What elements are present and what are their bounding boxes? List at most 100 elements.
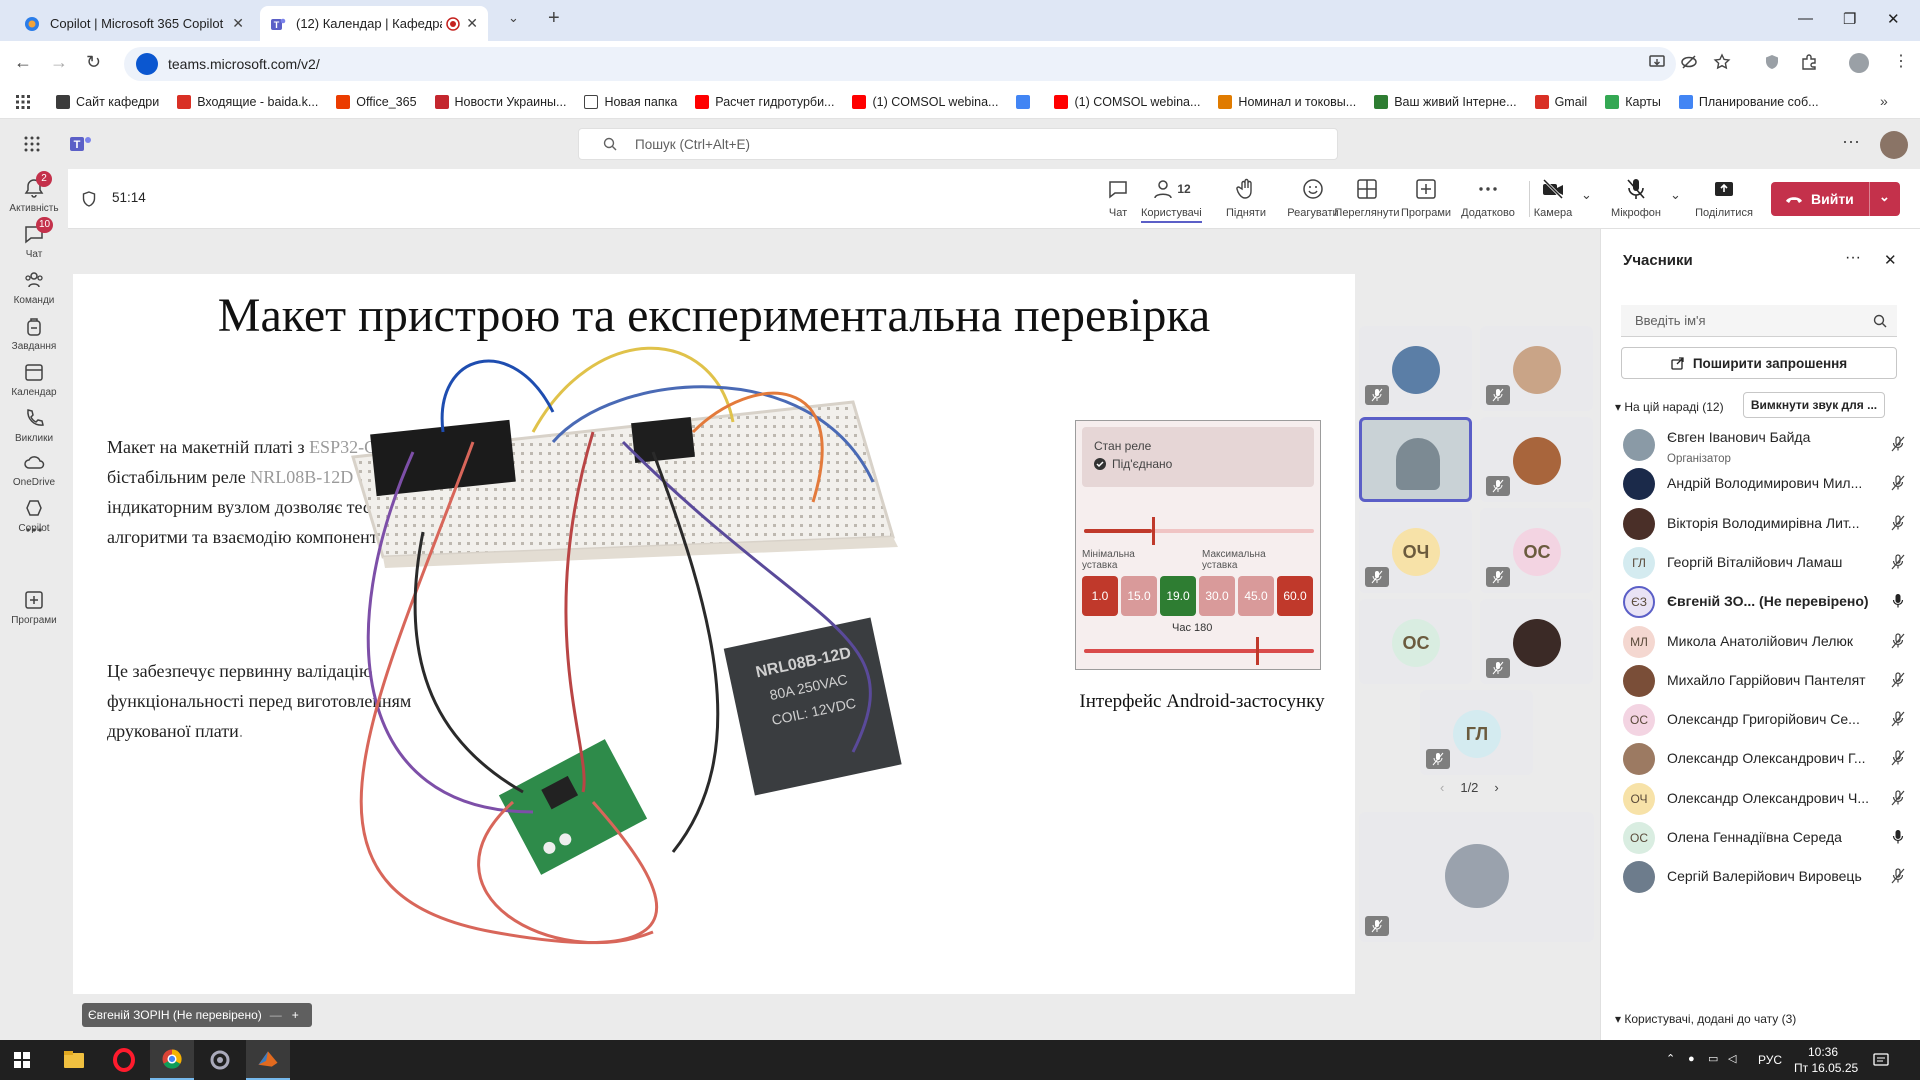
participant-mic[interactable] bbox=[1891, 593, 1905, 609]
rail-item-apps-add[interactable]: Програми bbox=[0, 589, 68, 626]
forward-icon[interactable]: → bbox=[50, 52, 68, 73]
participant-mic[interactable] bbox=[1891, 868, 1905, 884]
video-tile[interactable] bbox=[1480, 417, 1593, 502]
rail-item-chat[interactable]: 10 Чат bbox=[0, 217, 68, 260]
participant-mic[interactable] bbox=[1891, 475, 1905, 491]
name-search-input[interactable]: Введіть ім'я bbox=[1621, 305, 1897, 337]
toolbar-more-button[interactable]: Додатково bbox=[1458, 177, 1518, 219]
rail-item-calendar[interactable]: Календар bbox=[0, 361, 68, 398]
bookmark-item[interactable]: Сайт кафедри bbox=[56, 94, 159, 109]
toolbar-apps-add-button[interactable]: Програми bbox=[1397, 177, 1455, 219]
url-field[interactable]: teams.microsoft.com/v2/ bbox=[124, 47, 1676, 81]
toolbar-share-button[interactable]: Поділитися bbox=[1694, 177, 1754, 219]
in-meeting-section-header[interactable]: ▾ На цій нараді (12) bbox=[1615, 400, 1724, 414]
bookmark-item[interactable]: Новая папка bbox=[584, 94, 677, 109]
bookmark-item[interactable]: (1) COMSOL webina... bbox=[1054, 94, 1200, 109]
matlab-icon[interactable] bbox=[246, 1040, 290, 1080]
reload-icon[interactable]: ↻ bbox=[86, 52, 101, 73]
shield-icon[interactable] bbox=[82, 191, 96, 207]
bookmark-item[interactable] bbox=[1016, 94, 1036, 109]
participant-row[interactable]: ОС Олександр Григорійович Се... bbox=[1615, 700, 1915, 740]
settings-app-icon[interactable] bbox=[198, 1040, 242, 1080]
bookmark-item[interactable]: Расчет гидротурби... bbox=[695, 94, 834, 109]
more-bookmarks-icon[interactable]: » bbox=[1880, 93, 1888, 109]
plus-icon[interactable]: + bbox=[292, 1008, 299, 1022]
chat-users-section-header[interactable]: ▾ Користувачі, додані до чату (3) bbox=[1615, 1012, 1796, 1026]
user-avatar[interactable] bbox=[1880, 131, 1908, 159]
prev-page-icon[interactable]: ‹ bbox=[1440, 780, 1444, 795]
rail-item-phone[interactable]: Виклики bbox=[0, 407, 68, 444]
notifications-icon[interactable] bbox=[1872, 1051, 1890, 1069]
participant-row[interactable]: Сергій Валерійович Вировець bbox=[1615, 857, 1915, 897]
rail-item-teams-group[interactable]: Команди bbox=[0, 269, 68, 306]
bookmark-item[interactable]: Office_365 bbox=[336, 94, 417, 109]
video-tile[interactable]: ОС bbox=[1480, 508, 1593, 593]
site-info-icon[interactable] bbox=[136, 53, 158, 75]
participant-row[interactable]: Вікторія Володимирівна Лит... bbox=[1615, 504, 1915, 544]
bookmark-item[interactable]: Планирование соб... bbox=[1678, 94, 1819, 109]
participant-mic[interactable] bbox=[1891, 750, 1905, 766]
extension-shield-icon[interactable] bbox=[1763, 53, 1781, 71]
toolbar-hand-button[interactable]: Підняти bbox=[1226, 177, 1266, 219]
close-tab-icon[interactable]: ✕ bbox=[232, 15, 244, 32]
toolbar-camera-off-button[interactable]: Камера bbox=[1531, 177, 1575, 219]
video-tile[interactable]: ГЛ bbox=[1420, 690, 1533, 775]
video-tile[interactable] bbox=[1480, 326, 1593, 411]
video-tile-large[interactable] bbox=[1359, 812, 1594, 942]
toolbar-people-button[interactable]: 12 Користувачі bbox=[1141, 177, 1202, 223]
participant-row[interactable]: Андрій Володимирович Мил... bbox=[1615, 464, 1915, 504]
apps-grid-icon[interactable] bbox=[16, 94, 30, 109]
close-tab-icon[interactable]: ✕ bbox=[466, 15, 478, 32]
bookmark-item[interactable]: Карты bbox=[1605, 94, 1661, 109]
bookmark-item[interactable]: Ваш живий Інтерне... bbox=[1374, 94, 1517, 109]
browser-menu-icon[interactable]: ⋮ bbox=[1893, 51, 1909, 71]
video-tile[interactable] bbox=[1480, 599, 1593, 684]
minimize-icon[interactable]: — bbox=[1798, 10, 1813, 27]
chrome-icon[interactable] bbox=[150, 1040, 194, 1080]
close-window-icon[interactable]: ✕ bbox=[1887, 10, 1900, 28]
toolbar-layout-button[interactable]: Переглянути bbox=[1330, 177, 1404, 219]
back-icon[interactable]: ← bbox=[14, 52, 32, 73]
video-tile[interactable]: ОЧ bbox=[1359, 508, 1472, 593]
participant-mic[interactable] bbox=[1891, 829, 1905, 845]
participant-mic[interactable] bbox=[1891, 790, 1905, 806]
rail-item-bell[interactable]: 2 Активність bbox=[0, 171, 68, 214]
participant-row[interactable]: ЄЗ Євгеній ЗО... (Не перевірено) bbox=[1615, 582, 1915, 622]
chevron-down-icon[interactable]: ⌄ bbox=[1581, 187, 1592, 203]
bookmark-item[interactable]: Номинал и токовы... bbox=[1218, 94, 1356, 109]
rail-item-backpack[interactable]: Завдання bbox=[0, 315, 68, 352]
tray-up-icon[interactable]: ⌃ bbox=[1666, 1052, 1675, 1067]
volume-icon[interactable]: ◁ bbox=[1728, 1052, 1736, 1067]
toolbar-mic-off-button[interactable]: Мікрофон bbox=[1608, 177, 1664, 219]
participant-mic[interactable] bbox=[1891, 514, 1905, 531]
clock-date[interactable]: Пт 16.05.25 bbox=[1794, 1061, 1858, 1076]
tab-search-icon[interactable]: ⌄ bbox=[508, 10, 519, 26]
participant-mic[interactable] bbox=[1891, 711, 1905, 727]
settings-more-icon[interactable]: ··· bbox=[1842, 131, 1860, 152]
chevron-down-icon[interactable]: ⌄ bbox=[1670, 187, 1681, 203]
profile-avatar[interactable] bbox=[1849, 53, 1869, 73]
browser-tab-teams[interactable]: T (12) Календар | Кафедральн ✕ bbox=[260, 6, 488, 41]
minus-icon[interactable]: — bbox=[270, 1008, 282, 1022]
bookmark-star-icon[interactable] bbox=[1713, 53, 1731, 71]
bookmark-item[interactable]: Входящие - baida.k... bbox=[177, 94, 318, 109]
eye-off-icon[interactable] bbox=[1680, 53, 1698, 71]
extensions-puzzle-icon[interactable] bbox=[1800, 53, 1818, 71]
restore-icon[interactable]: ❐ bbox=[1843, 10, 1856, 28]
participant-mic[interactable] bbox=[1891, 554, 1905, 570]
rail-item-cloud[interactable]: OneDrive bbox=[0, 451, 68, 488]
teams-search-input[interactable]: Пошук (Ctrl+Alt+E) bbox=[578, 128, 1338, 160]
video-tile[interactable] bbox=[1359, 326, 1472, 411]
participant-row[interactable]: Євген Іванович Байда Організатор bbox=[1615, 425, 1915, 465]
leave-button[interactable]: Вийти ⌄ bbox=[1771, 182, 1900, 216]
language-indicator[interactable]: РУС bbox=[1758, 1053, 1782, 1068]
network-icon[interactable]: ▭ bbox=[1708, 1052, 1718, 1067]
participant-row[interactable]: МЛ Микола Анатолійович Лелюк bbox=[1615, 622, 1915, 662]
bookmark-item[interactable]: (1) COMSOL webina... bbox=[852, 94, 998, 109]
bookmark-item[interactable]: Новости Украины... bbox=[434, 94, 566, 109]
participant-row[interactable]: ОЧ Олександр Олександрович Ч... bbox=[1615, 779, 1915, 819]
system-tray[interactable]: ⌃ ● ▭ ◁ РУС 10:36 Пт 16.05.25 bbox=[1660, 1040, 1860, 1080]
participant-mic[interactable] bbox=[1891, 436, 1905, 452]
next-page-icon[interactable]: › bbox=[1494, 780, 1498, 795]
install-app-icon[interactable] bbox=[1648, 53, 1666, 71]
